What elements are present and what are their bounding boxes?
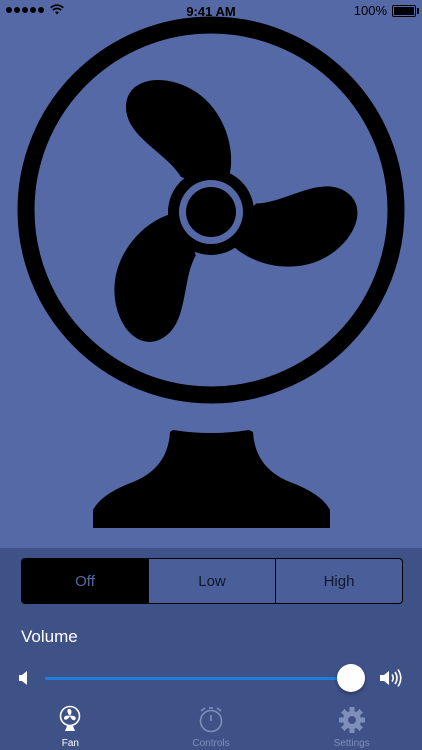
tab-settings-label: Settings (333, 738, 370, 749)
tab-controls[interactable]: Controls (141, 703, 282, 750)
speaker-low-icon (19, 671, 27, 685)
tab-settings[interactable]: Settings (281, 703, 422, 750)
volume-slider-track[interactable] (45, 677, 351, 680)
fan-illustration[interactable] (0, 0, 422, 548)
fan-blades-icon (86, 80, 368, 352)
speed-option-low[interactable]: Low (148, 559, 275, 603)
volume-slider-row (0, 660, 422, 696)
gear-icon (338, 707, 365, 733)
speaker-high-icon (380, 669, 402, 687)
tab-controls-label: Controls (192, 738, 230, 749)
fan-stand-icon (93, 430, 330, 528)
fan-icon (60, 705, 81, 731)
speed-option-high[interactable]: High (275, 559, 402, 603)
tab-fan[interactable]: Fan (0, 703, 141, 750)
volume-slider-thumb[interactable] (337, 664, 365, 692)
speed-option-off[interactable]: Off (22, 559, 148, 603)
tab-fan-label: Fan (61, 738, 79, 749)
speed-segmented-control[interactable]: Off Low High (21, 558, 403, 604)
volume-label: Volume (21, 627, 78, 646)
tab-bar: Fan Controls Settings (0, 703, 422, 750)
timer-icon (199, 707, 223, 733)
